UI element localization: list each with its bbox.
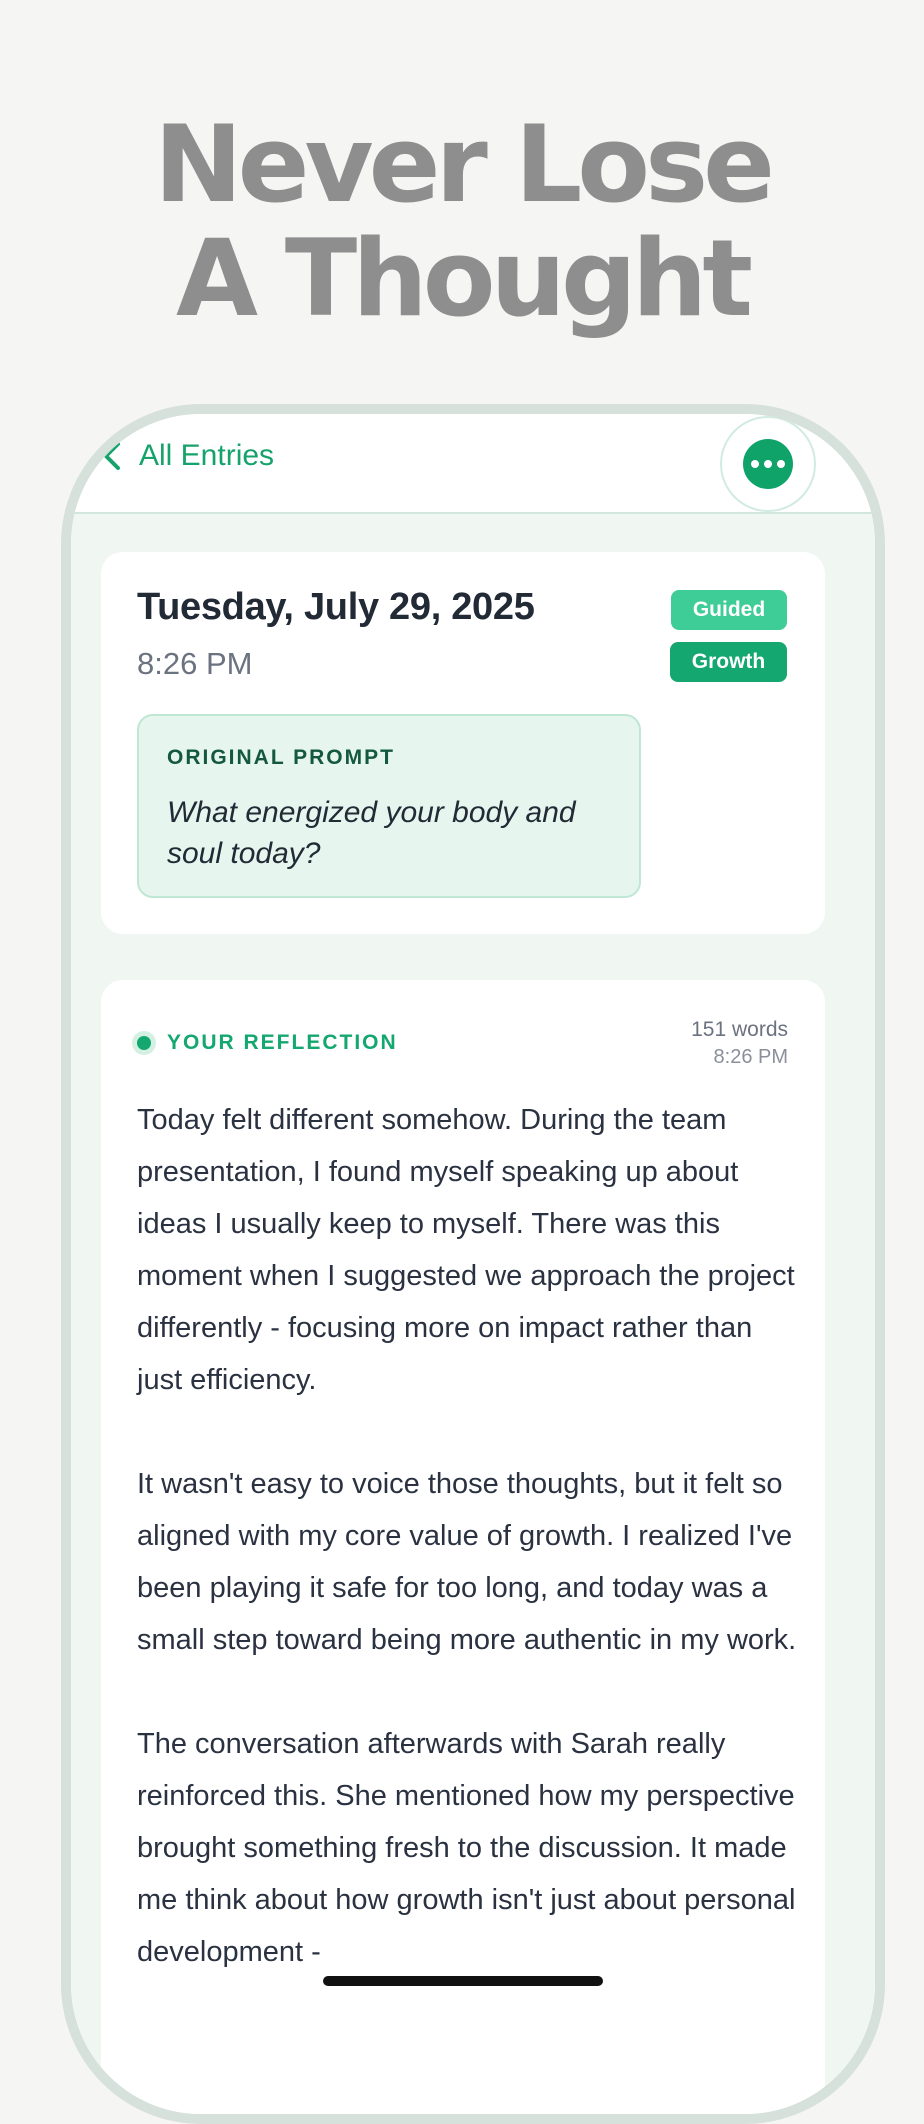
reflection-label: YOUR REFLECTION xyxy=(167,1031,398,1054)
navigation-bar: All Entries xyxy=(71,414,875,514)
entry-time: 8:26 PM xyxy=(137,646,253,681)
badge-growth: Growth xyxy=(670,642,787,682)
headline-line-1: Never Lose xyxy=(153,103,775,226)
reflection-time: 8:26 PM xyxy=(713,1046,788,1068)
entry-content: Tuesday, July 29, 2025 8:26 PM Guided Gr… xyxy=(71,514,875,2114)
phone-frame: All Entries Tuesday, July 29, 2025 8:26 … xyxy=(61,404,885,2124)
badge-guided: Guided xyxy=(671,590,787,630)
more-options-button[interactable] xyxy=(720,416,816,512)
reflection-paragraph: The conversation afterwards with Sarah r… xyxy=(137,1728,796,1968)
prompt-label: ORIGINAL PROMPT xyxy=(167,746,395,769)
reflection-paragraph: Today felt different somehow. During the… xyxy=(137,1104,795,1396)
prompt-text: What energized your body and soul today? xyxy=(167,796,576,870)
headline-line-2: A Thought xyxy=(175,217,753,340)
ellipsis-icon xyxy=(743,439,793,489)
reflection-text[interactable]: Today felt different somehow. During the… xyxy=(137,1094,797,2030)
back-label: All Entries xyxy=(139,439,275,472)
chevron-left-icon xyxy=(95,438,131,474)
reflection-card: YOUR REFLECTION 151 words 8:26 PM Today … xyxy=(101,980,825,2114)
word-count: 151 words xyxy=(691,1018,788,1041)
back-to-all-entries-button[interactable]: All Entries xyxy=(95,438,274,474)
reflection-dot-icon xyxy=(137,1036,151,1050)
marketing-headline: Never Lose A Thought xyxy=(0,108,924,336)
reflection-paragraph: It wasn't easy to voice those thoughts, … xyxy=(137,1468,797,1656)
original-prompt-box: ORIGINAL PROMPT What energized your body… xyxy=(137,714,641,898)
entry-date: Tuesday, July 29, 2025 xyxy=(137,586,535,628)
home-indicator[interactable] xyxy=(323,1976,603,1986)
entry-header-card: Tuesday, July 29, 2025 8:26 PM Guided Gr… xyxy=(101,552,825,934)
